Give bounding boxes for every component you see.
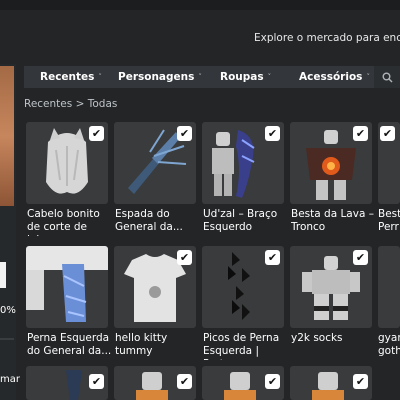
- item-name[interactable]: Besta da Lava – Tronco: [291, 208, 377, 236]
- item-thumbnail[interactable]: ✔: [114, 246, 196, 328]
- breadcrumb-separator: >: [75, 98, 85, 110]
- item-thumbnail[interactable]: ✔: [202, 366, 284, 400]
- tab-acessorios[interactable]: Acessórios ˅: [299, 66, 370, 88]
- item-thumbnail[interactable]: ✔: [378, 122, 400, 204]
- tab-roupas[interactable]: Roupas ˅: [220, 66, 271, 88]
- item-name[interactable]: Cabelo bonito de corte de lobo...: [27, 208, 113, 236]
- chevron-down-icon: ˅: [98, 73, 102, 81]
- item-name[interactable]: Espada do General da...: [115, 208, 201, 236]
- search-icon: [382, 72, 392, 82]
- checkbox[interactable]: ✔: [89, 126, 104, 141]
- item-name[interactable]: y2k socks: [291, 332, 377, 360]
- checkbox[interactable]: ✔: [265, 126, 280, 141]
- item-name[interactable]: hello kitty tummy: [115, 332, 201, 360]
- breadcrumb: Recentes > Todas: [24, 98, 117, 110]
- tab-label: Acessórios: [299, 71, 363, 83]
- tab-recentes[interactable]: Recentes ˅: [40, 66, 102, 88]
- tab-label: Personagens: [118, 71, 195, 83]
- item-name[interactable]: Picos de Perna Esquerda | Preto: [203, 332, 289, 360]
- left-divider: [0, 338, 14, 340]
- item-thumbnail[interactable]: ✔: [202, 122, 284, 204]
- item-thumbnail[interactable]: ✔: [114, 366, 196, 400]
- item-thumbnail[interactable]: ✔: [114, 122, 196, 204]
- left-preview-image[interactable]: [0, 66, 14, 206]
- left-panel-box: [0, 262, 6, 288]
- chevron-down-icon: ˅: [267, 73, 272, 81]
- item-thumbnail[interactable]: [378, 246, 400, 328]
- item-name[interactable]: Ud'zal – Braço Esquerdo: [203, 208, 289, 236]
- item-name[interactable]: Besta Perr: [378, 208, 400, 236]
- tab-personagens[interactable]: Personagens ˅: [118, 66, 202, 88]
- item-name[interactable]: Perna Esquerda do General da...: [27, 332, 113, 360]
- checkbox[interactable]: ✔: [380, 126, 395, 141]
- chevron-down-icon: ˅: [366, 73, 370, 81]
- general-left-leg-image: [26, 246, 108, 322]
- breadcrumb-current: Todas: [87, 98, 118, 110]
- checkbox[interactable]: ✔: [177, 126, 192, 141]
- item-thumbnail[interactable]: ✔: [290, 122, 372, 204]
- checkbox[interactable]: ✔: [353, 250, 368, 265]
- category-nav: Recentes ˅ Personagens ˅ Roupas ˅ Acessó…: [24, 66, 400, 88]
- tab-label: Recentes: [40, 71, 95, 83]
- left-panel-percent: 0%: [0, 305, 16, 316]
- checkbox[interactable]: ✔: [265, 250, 280, 265]
- item-thumbnail[interactable]: ✔: [290, 366, 372, 400]
- checkbox[interactable]: ✔: [353, 126, 368, 141]
- chevron-down-icon: ˅: [198, 73, 202, 81]
- item-thumbnail[interactable]: ✔: [290, 246, 372, 328]
- checkbox[interactable]: ✔: [353, 374, 368, 389]
- item-thumbnail[interactable]: [26, 246, 108, 328]
- breadcrumb-parent[interactable]: Recentes: [24, 98, 72, 110]
- checkbox[interactable]: ✔: [177, 374, 192, 389]
- item-thumbnail[interactable]: ✔: [202, 246, 284, 328]
- item-name[interactable]: gyar goth: [378, 332, 400, 360]
- top-strip: [0, 0, 400, 10]
- checkbox[interactable]: ✔: [177, 250, 192, 265]
- checkbox[interactable]: ✔: [89, 374, 104, 389]
- item-thumbnail[interactable]: ✔: [26, 122, 108, 204]
- item-thumbnail[interactable]: ✔: [26, 366, 108, 400]
- explore-banner[interactable]: Explore o mercado para enco: [254, 32, 400, 44]
- nav-end-button[interactable]: [374, 66, 400, 88]
- left-panel-label[interactable]: mar: [0, 374, 20, 385]
- checkbox[interactable]: ✔: [265, 374, 280, 389]
- tab-label: Roupas: [220, 71, 264, 83]
